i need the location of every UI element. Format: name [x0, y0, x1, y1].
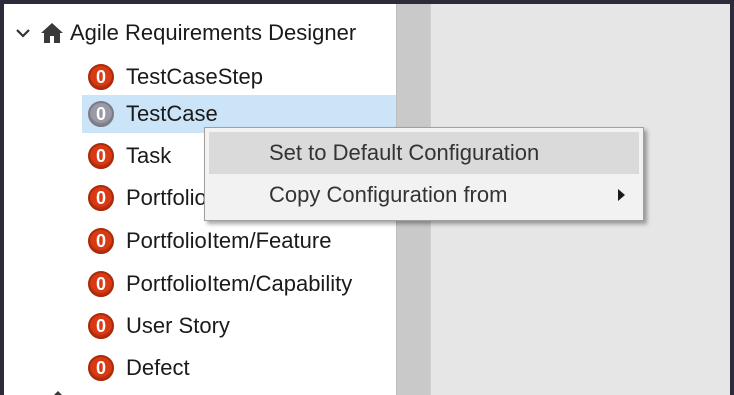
count-badge: 0	[88, 355, 114, 381]
count-badge: 0	[88, 185, 114, 211]
tree-item-label: Task	[126, 143, 172, 168]
tree-item-user-story[interactable]: 0 User Story	[82, 307, 396, 345]
tree-item-label: TestCaseStep	[126, 64, 263, 89]
tree-root-label: Agile Requirements Designer	[70, 20, 357, 45]
home-icon	[38, 22, 66, 44]
tree-root-node[interactable]: Agile Requirements Designer	[4, 14, 396, 52]
tree-item-defect[interactable]: 0 Defect	[82, 349, 396, 387]
tree-item-testcasestep[interactable]: 0 TestCaseStep	[82, 58, 396, 96]
count-badge: 0	[88, 313, 114, 339]
tree-item-label: User Story	[126, 313, 230, 338]
count-badge: 0	[88, 64, 114, 90]
partial-tree-icon	[48, 388, 68, 395]
context-menu: Set to Default Configuration Copy Config…	[204, 127, 644, 221]
chevron-down-icon[interactable]	[8, 27, 38, 39]
menu-item-copy-configuration-from[interactable]: Copy Configuration from	[209, 174, 639, 216]
tree-item-label: Defect	[126, 355, 190, 380]
tree-item-label: TestCase	[126, 101, 218, 126]
submenu-arrow-icon	[618, 189, 625, 201]
count-badge: 0	[88, 143, 114, 169]
tree-item-portfolioitem-capability[interactable]: 0 PortfolioItem/Capability	[82, 265, 396, 303]
menu-item-label: Copy Configuration from	[269, 182, 508, 207]
count-badge: 0	[88, 101, 114, 127]
tree-item-label: PortfolioItem/Feature	[126, 228, 332, 253]
tree-item-label: PortfolioItem/Capability	[126, 271, 353, 296]
count-badge: 0	[88, 228, 114, 254]
tree-item-portfolioitem-feature[interactable]: 0 PortfolioItem/Feature	[82, 222, 396, 260]
menu-item-set-default-configuration[interactable]: Set to Default Configuration	[209, 132, 639, 174]
menu-item-label: Set to Default Configuration	[269, 140, 540, 165]
count-badge: 0	[88, 271, 114, 297]
